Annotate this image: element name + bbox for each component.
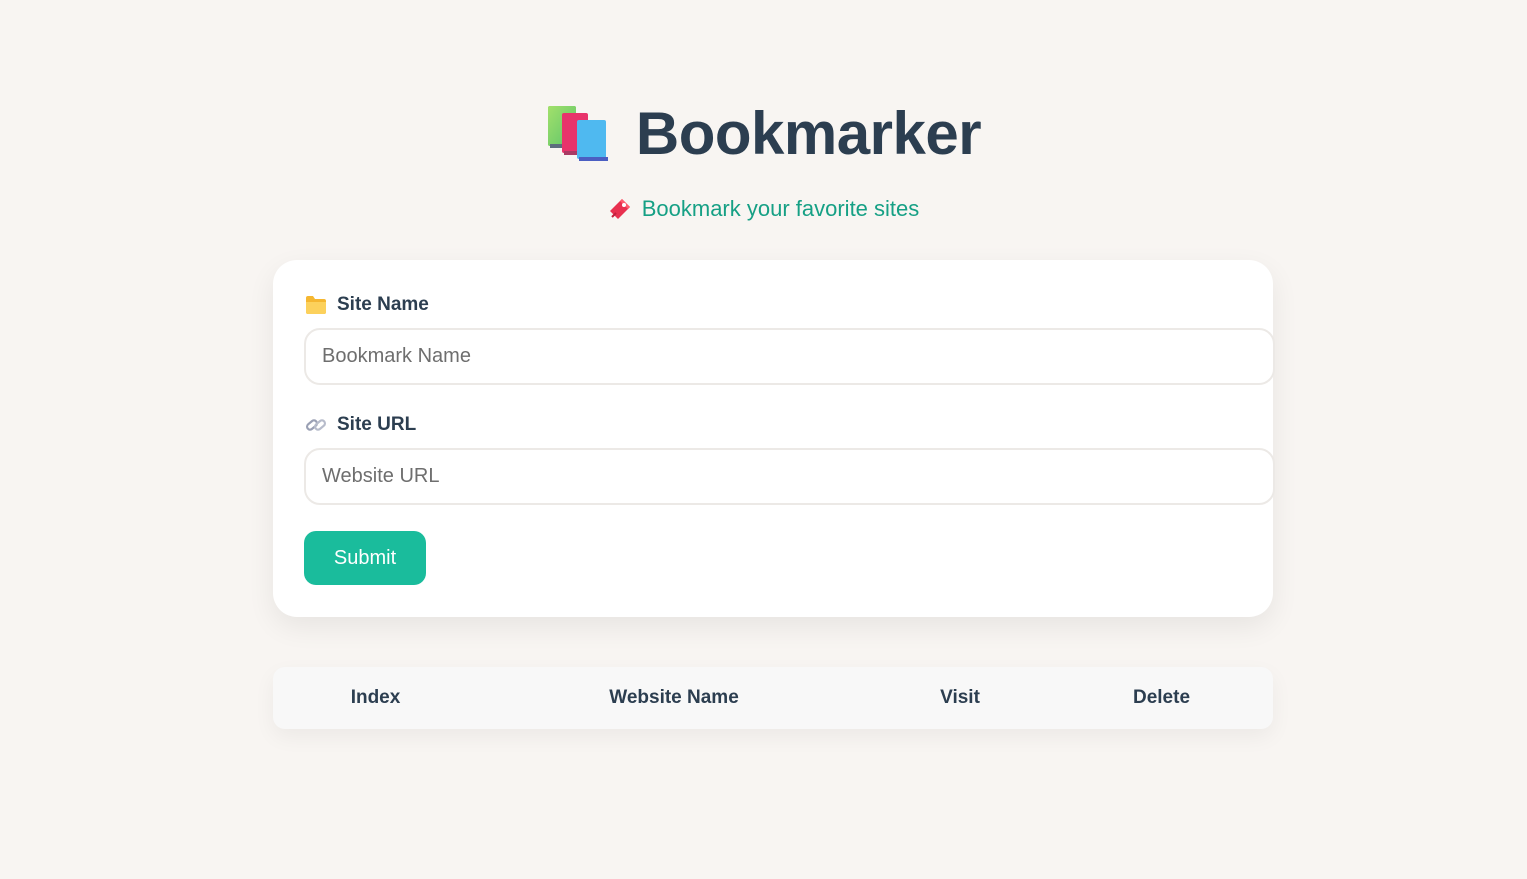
column-header-index: Index <box>350 687 401 708</box>
site-url-input[interactable] <box>304 448 1275 505</box>
site-name-label-text: Site Name <box>337 294 429 315</box>
page-title: Bookmarker <box>635 100 982 167</box>
folder-icon <box>306 296 326 314</box>
site-url-label-text: Site URL <box>337 414 417 435</box>
site-url-label: Site URL <box>305 414 416 436</box>
column-header-delete: Delete <box>1132 687 1191 708</box>
site-name-input[interactable] <box>304 328 1275 385</box>
app-header: Bookmarker <box>0 96 1527 172</box>
tagline: Bookmark your favorite sites <box>0 194 1527 224</box>
books-icon <box>547 106 608 161</box>
bookmark-form: Site Name Site URL Submit <box>273 260 1275 617</box>
bookmark-tag-icon <box>609 199 630 219</box>
submit-button[interactable]: Submit <box>304 531 426 585</box>
tagline-text: Bookmark your favorite sites <box>641 196 920 221</box>
column-header-website-name: Website Name <box>609 687 739 708</box>
site-name-label: Site Name <box>305 294 429 316</box>
link-icon <box>305 419 327 431</box>
bookmarks-table: Index Website Name Visit Delete <box>273 667 1273 729</box>
column-header-visit: Visit <box>940 687 980 708</box>
